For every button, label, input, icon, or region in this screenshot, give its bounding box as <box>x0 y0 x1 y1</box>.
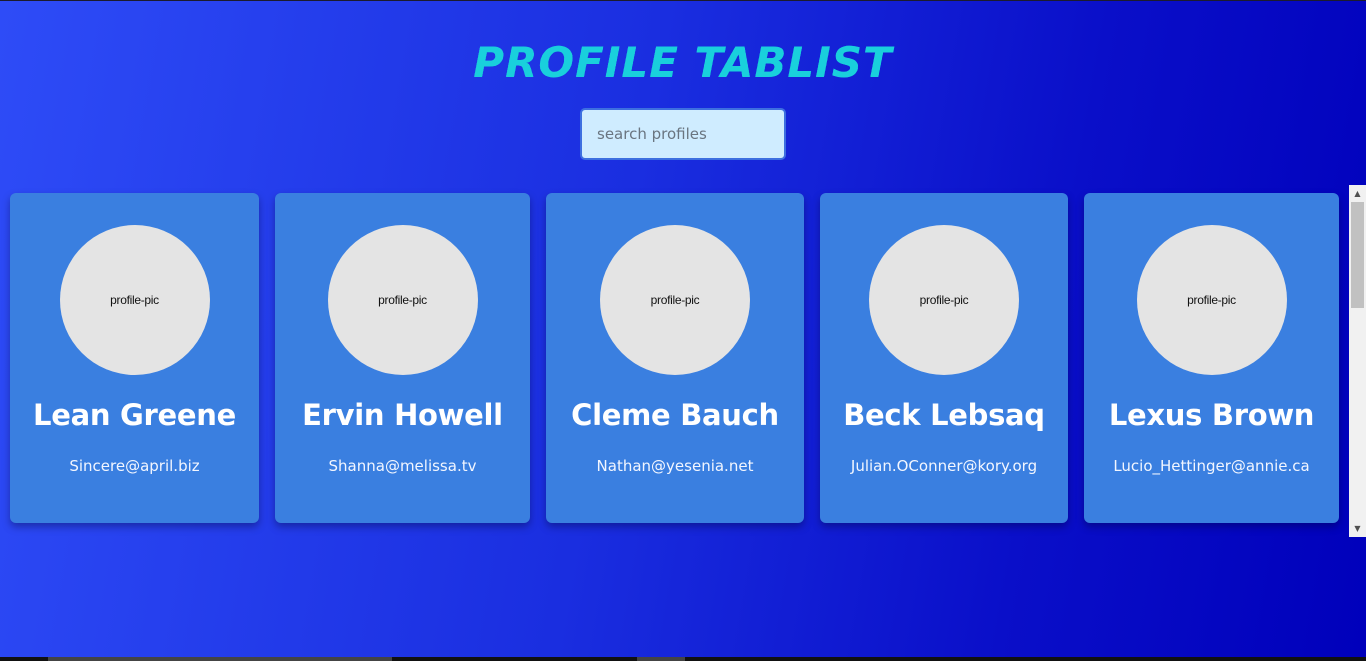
profile-email: Julian.OConner@kory.org <box>850 457 1038 475</box>
triangle-down-icon[interactable]: ▼ <box>1349 520 1366 537</box>
triangle-up-icon[interactable]: ▲ <box>1349 185 1366 202</box>
profile-pic: profile-pic <box>1136 225 1287 375</box>
profile-name: Cleme Bauch <box>571 398 779 432</box>
profile-pic: profile-pic <box>327 225 478 375</box>
profile-email: Nathan@yesenia.net <box>596 457 754 475</box>
profile-name: Ervin Howell <box>302 398 503 432</box>
horizontal-scrollbar-thumb <box>48 657 392 661</box>
profile-pic: profile-pic <box>869 225 1019 375</box>
profile-email: Lucio_Hettinger@annie.ca <box>1113 457 1310 475</box>
profile-card[interactable]: profile-pic Lean Greene Sincere@april.bi… <box>10 193 259 523</box>
profile-pic: profile-pic <box>59 225 210 375</box>
profile-card[interactable]: profile-pic Lexus Brown Lucio_Hettinger@… <box>1084 193 1339 523</box>
profile-card-list: profile-pic Lean Greene Sincere@april.bi… <box>0 185 1366 537</box>
vertical-scrollbar[interactable]: ▲ ▼ <box>1349 185 1366 537</box>
profile-email: Sincere@april.biz <box>69 457 200 475</box>
search-input[interactable] <box>580 108 786 160</box>
profile-email: Shanna@melissa.tv <box>328 457 477 475</box>
profile-name: Beck Lebsaq <box>843 398 1045 432</box>
profile-name: Lexus Brown <box>1108 398 1315 432</box>
profile-card[interactable]: profile-pic Ervin Howell Shanna@melissa.… <box>275 193 530 523</box>
top-border <box>0 0 1366 1</box>
horizontal-scrollbar-segment <box>637 657 685 661</box>
profile-card[interactable]: profile-pic Beck Lebsaq Julian.OConner@k… <box>820 193 1068 523</box>
profile-name: Lean Greene <box>33 398 236 432</box>
profile-card[interactable]: profile-pic Cleme Bauch Nathan@yesenia.n… <box>546 193 804 523</box>
page-title: PROFILE TABLIST <box>473 38 893 87</box>
profile-pic: profile-pic <box>600 225 750 375</box>
scrollbar-thumb[interactable] <box>1351 202 1364 308</box>
